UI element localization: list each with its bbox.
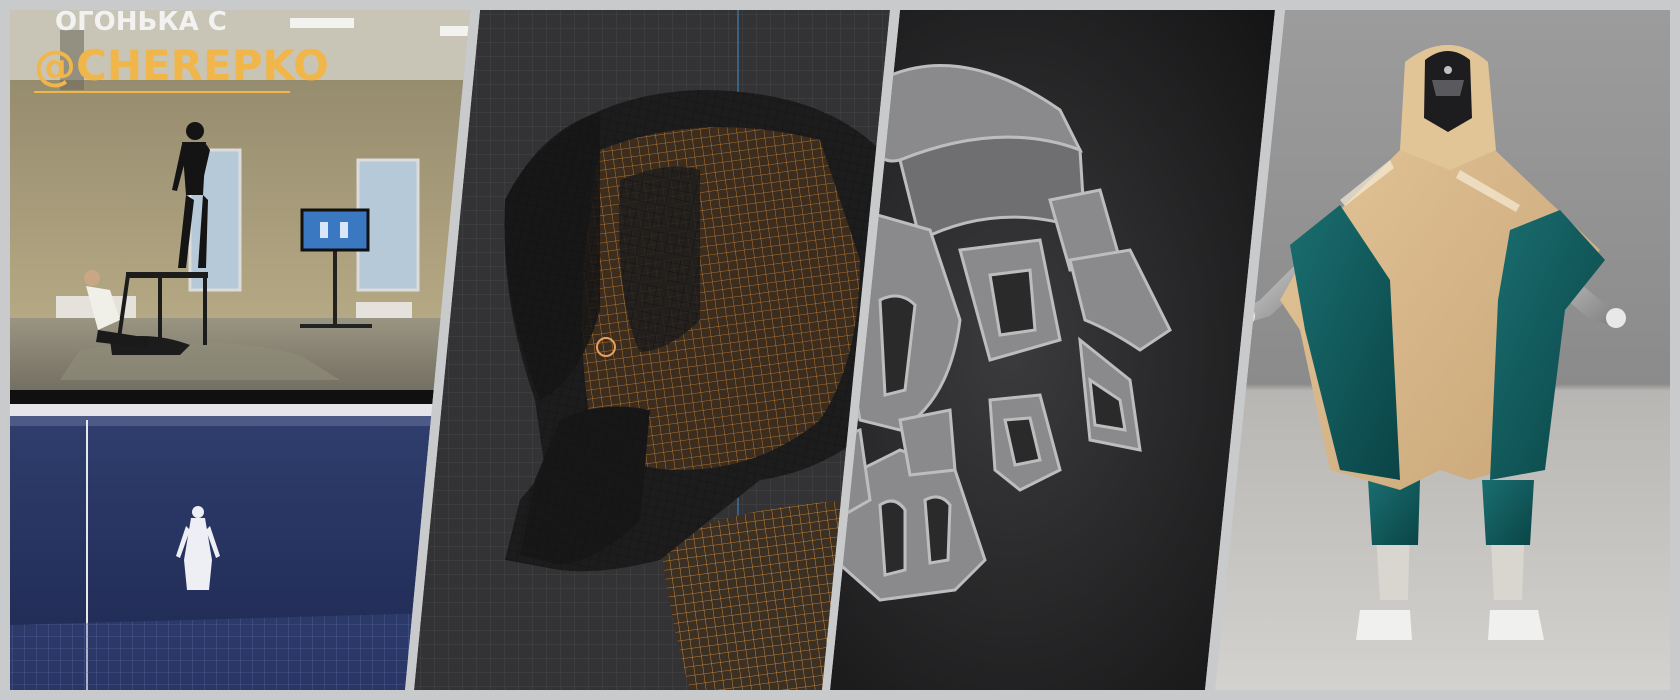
sneaker-right bbox=[1488, 610, 1544, 640]
panel-motion-capture: ОГОНЬКА С @CHEREPKO bbox=[10, 7, 470, 690]
monitor-screen bbox=[300, 208, 370, 252]
panel-helmet-wireframe bbox=[414, 10, 890, 690]
handle-caption: @CHEREPKO bbox=[34, 41, 329, 90]
panel-character-render bbox=[1215, 10, 1670, 690]
fist-right bbox=[1606, 308, 1626, 328]
story-caption: ОГОНЬКА С bbox=[55, 7, 227, 37]
collage-canvas: ОГОНЬКА С @CHEREPKO bbox=[0, 0, 1680, 700]
collage: ОГОНЬКА С @CHEREPKO bbox=[0, 0, 1680, 700]
sneaker-left bbox=[1356, 610, 1412, 640]
